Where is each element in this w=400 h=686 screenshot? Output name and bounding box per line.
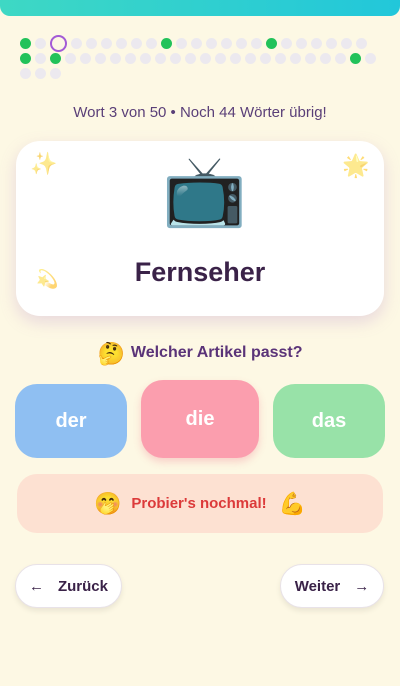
progress-dot [206, 38, 217, 49]
progress-dot [170, 53, 181, 64]
progress-dot [176, 38, 187, 49]
arrow-left-icon: ← [28, 577, 44, 595]
article-button-der[interactable]: der [15, 384, 127, 458]
progress-dot [311, 38, 322, 49]
progress-dot [260, 53, 271, 64]
progress-dot [230, 53, 241, 64]
face-hand-over-mouth-icon: 🤭 [93, 490, 122, 516]
progress-dot [80, 53, 91, 64]
progress-dot [71, 38, 82, 49]
back-button[interactable]: ← Zurück [15, 564, 122, 608]
progress-dot [200, 53, 211, 64]
progress-dot [125, 53, 136, 64]
progress-dot [296, 38, 307, 49]
progress-dot [191, 38, 202, 49]
progress-dot-done [161, 38, 172, 49]
star-icon: 🌟 [342, 153, 370, 178]
progress-dot [281, 38, 292, 49]
progress-dot [215, 53, 226, 64]
article-button-das[interactable]: das [273, 384, 385, 458]
progress-dot [155, 53, 166, 64]
progress-dot [50, 68, 61, 79]
next-button-label: Weiter [294, 577, 341, 595]
progress-dot [341, 38, 352, 49]
progress-dot [326, 38, 337, 49]
progress-dot-done [20, 53, 31, 64]
word-label: Fernseher [134, 257, 266, 287]
progress-dot [101, 38, 112, 49]
progress-dot [245, 53, 256, 64]
progress-dot [86, 38, 97, 49]
progress-dot [221, 38, 232, 49]
progress-dot [275, 53, 286, 64]
flexed-biceps-icon: 💪 [278, 490, 307, 516]
progress-dot [131, 38, 142, 49]
progress-dot [110, 53, 121, 64]
sparkle-icon: ✨ [30, 151, 58, 176]
progress-text: Wort 3 von 50 • Noch 44 Wörter übrig! [73, 104, 327, 121]
progress-dot [95, 53, 106, 64]
word-card: ✨ 🌟 💫 📺 Fernseher [16, 141, 384, 316]
progress-dot [185, 53, 196, 64]
back-button-label: Zurück [57, 577, 108, 595]
question-text: Welcher Artikel passt? [130, 344, 303, 361]
progress-dot-done [266, 38, 277, 49]
feedback-text: Probier's nochmal! [131, 495, 267, 512]
progress-dot [356, 38, 367, 49]
progress-dot [251, 38, 262, 49]
progress-dot [335, 53, 346, 64]
progress-dots [20, 35, 385, 83]
question-prompt: 🤔 Welcher Artikel passt? [0, 341, 400, 367]
progress-dot [365, 53, 376, 64]
progress-dot-done [20, 38, 31, 49]
progress-dot [35, 53, 46, 64]
progress-dot [146, 38, 157, 49]
progress-dot-done [350, 53, 361, 64]
next-button[interactable]: Weiter → [280, 564, 384, 608]
progress-dot-done [50, 53, 61, 64]
progress-dot [305, 53, 316, 64]
progress-dot-current [50, 35, 67, 52]
progress-dot [35, 68, 46, 79]
progress-dot [236, 38, 247, 49]
article-button-die[interactable]: die [141, 380, 259, 458]
progress-dot [35, 38, 46, 49]
progress-dot [20, 68, 31, 79]
feedback-banner: 🤭 Probier's nochmal! 💪 [17, 474, 383, 533]
progress-dot [290, 53, 301, 64]
progress-dot [140, 53, 151, 64]
progress-dot [65, 53, 76, 64]
progress-dot [320, 53, 331, 64]
television-icon: 📺 [162, 153, 247, 229]
top-accent-bar [0, 0, 400, 16]
progress-dot [116, 38, 127, 49]
thinking-face-icon: 🤔 [97, 341, 125, 366]
arrow-right-icon: → [354, 577, 370, 595]
